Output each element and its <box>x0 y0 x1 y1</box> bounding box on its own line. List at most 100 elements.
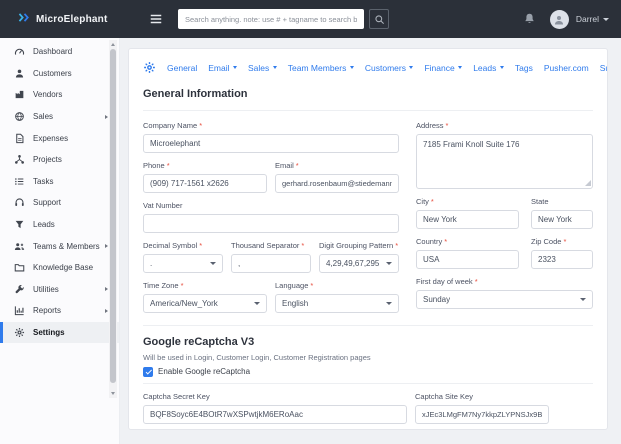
digit-grouping-field: Digit Grouping Pattern * 4,29,49,67,295 <box>319 241 399 273</box>
enable-recaptcha-row: Enable Google reCaptcha <box>143 366 593 377</box>
search-icon <box>374 14 384 24</box>
tab-sales[interactable]: Sales <box>248 63 277 73</box>
projects-icon <box>14 154 25 165</box>
sidebar-item-reports[interactable]: Reports <box>0 300 119 322</box>
logo-chevrons-icon <box>18 10 31 28</box>
sidebar-item-label: Utilities <box>33 284 59 294</box>
brand[interactable]: MicroElephant <box>0 10 132 28</box>
number-format-row: Decimal Symbol* . Thousand Separator* Di… <box>143 241 399 273</box>
leads-icon <box>14 219 25 230</box>
section-title: General Information <box>143 88 248 100</box>
time-zone-select[interactable]: America/New_York <box>143 294 267 313</box>
digit-grouping-select[interactable]: 4,29,49,67,295 <box>319 254 399 273</box>
support-icon <box>14 197 25 208</box>
sidebar-item-label: Expenses <box>33 133 69 143</box>
sidebar-item-leads[interactable]: Leads <box>0 214 119 236</box>
sidebar-item-dashboard[interactable]: Dashboard <box>0 41 119 63</box>
sidebar-item-label: Dashboard <box>33 47 73 57</box>
sidebar-item-support[interactable]: Support <box>0 192 119 214</box>
expenses-icon <box>14 133 25 144</box>
scroll-up-icon[interactable] <box>110 43 115 46</box>
bell-icon[interactable] <box>523 12 536 26</box>
captcha-secret-key-field: Captcha Secret Key <box>143 392 407 424</box>
thousand-separator-input[interactable] <box>231 254 311 273</box>
company-name-input[interactable] <box>143 134 399 153</box>
settings-tabs: General Email Sales Team Members Customers Fi… <box>143 49 607 74</box>
tab-leads[interactable]: Leads <box>473 63 504 73</box>
first-day-of-week-select[interactable]: Sunday <box>416 290 593 309</box>
sidebar-scrollbar[interactable] <box>109 40 117 398</box>
city-state-row: City* State <box>416 197 593 229</box>
tab-general[interactable]: General <box>167 63 197 73</box>
language-select[interactable]: English <box>275 294 399 313</box>
scroll-down-icon[interactable] <box>110 392 115 395</box>
person-icon <box>555 16 564 25</box>
field-label: Captcha Secret Key <box>143 392 210 401</box>
settings-gear-icon <box>14 327 25 338</box>
tab-email[interactable]: Email <box>208 63 237 73</box>
form-right-column: Address * 7185 Frami Knoll Suite 176 City… <box>416 121 593 313</box>
search-button[interactable] <box>369 9 389 29</box>
sidebar-item-label: Sales <box>33 112 54 122</box>
field-label: Language * <box>275 281 314 290</box>
general-info-form: Company Name* Phone* Email* <box>143 121 593 313</box>
phone-input[interactable] <box>143 174 267 193</box>
sidebar-item-label: Projects <box>33 155 62 165</box>
field-label: Zip Code * <box>531 237 567 246</box>
user-menu[interactable]: Darrel <box>576 14 609 24</box>
address-input[interactable]: 7185 Frami Knoll Suite 176 <box>416 134 593 189</box>
enable-recaptcha-checkbox[interactable] <box>143 366 153 377</box>
sidebar-item-sales[interactable]: Sales <box>0 106 119 128</box>
zip-code-field: Zip Code * <box>531 237 593 269</box>
decimal-symbol-select[interactable]: . <box>143 254 223 273</box>
sidebar-item-tasks[interactable]: Tasks <box>0 171 119 193</box>
chevron-right-icon <box>105 287 108 292</box>
search-input[interactable] <box>178 9 364 29</box>
tab-support[interactable]: Support <box>600 63 607 73</box>
sidebar-item-settings[interactable]: Settings <box>0 321 119 344</box>
hamburger-icon[interactable] <box>148 12 164 26</box>
company-name-field: Company Name * <box>143 121 399 153</box>
sidebar-item-teams-members[interactable]: Teams & Members <box>0 235 119 257</box>
captcha-keys-row: Captcha Secret Key Captcha Site Key <box>143 392 593 424</box>
captcha-secret-key-input[interactable] <box>143 405 407 424</box>
sidebar-item-label: Knowledge Base <box>33 263 94 273</box>
tab-customers[interactable]: Customers <box>365 63 414 73</box>
form-left-column: Company Name* Phone* Email* <box>143 121 399 313</box>
captcha-site-key-input[interactable] <box>415 405 549 424</box>
brand-name: MicroElephant <box>36 13 108 25</box>
teams-icon <box>14 241 25 252</box>
tab-finance[interactable]: Finance <box>424 63 462 73</box>
scrollbar-thumb[interactable] <box>110 49 116 383</box>
sidebar-item-label: Teams & Members <box>33 241 100 251</box>
sidebar-item-label: Support <box>33 198 62 208</box>
email-input[interactable] <box>275 174 399 193</box>
country-input[interactable] <box>416 250 519 269</box>
tab-team-members[interactable]: Team Members <box>288 63 354 73</box>
sidebar-item-knowledge-base[interactable]: Knowledge Base <box>0 257 119 279</box>
city-input[interactable] <box>416 210 519 229</box>
sales-icon <box>14 111 25 122</box>
recaptcha-title: Google reCaptcha V3 <box>143 336 255 348</box>
app-window: MicroElephant Darrel DashboardCustome <box>0 0 621 444</box>
zip-code-input[interactable] <box>531 250 593 269</box>
avatar[interactable] <box>549 9 569 29</box>
field-label: Digit Grouping Pattern * <box>319 241 399 250</box>
vat-number-input[interactable] <box>143 214 399 233</box>
sidebar-item-expenses[interactable]: Expenses <box>0 127 119 149</box>
sidebar-item-projects[interactable]: Projects <box>0 149 119 171</box>
settings-card: General Email Sales Team Members Customers Fi… <box>128 48 608 430</box>
chevron-right-icon <box>105 308 108 313</box>
tab-pusher-com[interactable]: Pusher.com <box>544 63 589 73</box>
tab-tags[interactable]: Tags <box>515 63 533 73</box>
sidebar-item-customers[interactable]: Customers <box>0 63 119 85</box>
knowledge-icon <box>14 262 25 273</box>
sidebar-item-label: Settings <box>33 328 65 338</box>
main-content: General Email Sales Team Members Customers Fi… <box>120 38 621 444</box>
sidebar-item-label: Leads <box>33 220 55 230</box>
field-label: State <box>531 197 549 206</box>
sidebar-item-utilities[interactable]: Utilities <box>0 279 119 301</box>
state-input[interactable] <box>531 210 593 229</box>
sidebar-item-vendors[interactable]: Vendors <box>0 84 119 106</box>
field-label: Company Name * <box>143 121 203 130</box>
